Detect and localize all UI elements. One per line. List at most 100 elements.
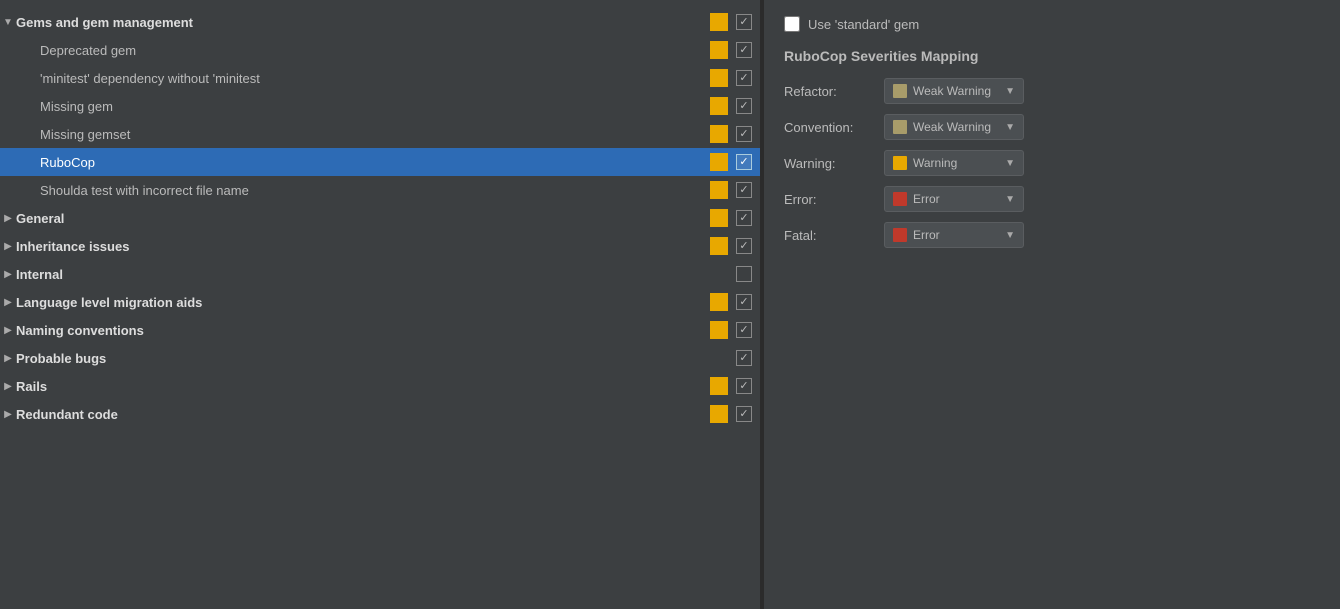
tree-item-redundant-code[interactable]: ▶Redundant code (0, 400, 760, 428)
tree-item-checkbox[interactable] (736, 378, 752, 394)
tree-arrow: ▶ (0, 325, 16, 336)
tree-item-label: Shoulda test with incorrect file name (40, 183, 710, 198)
tree-arrow: ▶ (0, 409, 16, 420)
severities-section-title: RuboCop Severities Mapping (784, 48, 1320, 64)
color-swatch (710, 69, 728, 87)
severity-row-fatal: Fatal: Error ▼ (784, 222, 1320, 248)
tree-item-gems-root[interactable]: ▼Gems and gem management (0, 8, 760, 36)
tree-arrow: ▼ (0, 17, 16, 28)
tree-item-checkbox[interactable] (736, 350, 752, 366)
tree-item-label: RuboCop (40, 155, 710, 170)
severity-dropdown-label-refactor: Weak Warning (913, 84, 999, 98)
color-swatch (710, 181, 728, 199)
color-swatch (710, 405, 728, 423)
tree-arrow: ▶ (0, 241, 16, 252)
severity-dropdown-arrow-refactor: ▼ (1005, 86, 1015, 97)
severity-dropdown-arrow-error: ▼ (1005, 194, 1015, 205)
tree-arrow: ▶ (0, 297, 16, 308)
tree-item-missing-gemset[interactable]: Missing gemset (0, 120, 760, 148)
color-swatch (710, 209, 728, 227)
severity-row-convention: Convention:Weak Warning▼ (784, 114, 1320, 140)
severity-dot-warning (893, 156, 907, 170)
tree-item-label: 'minitest' dependency without 'minitest (40, 71, 710, 86)
tree-item-label: Missing gem (40, 99, 710, 114)
tree-item-label: Naming conventions (16, 323, 710, 338)
severity-dropdown-fatal[interactable]: Error ▼ (884, 222, 1024, 248)
severity-dot-fatal (893, 228, 907, 242)
tree-item-label: Gems and gem management (16, 15, 710, 30)
severity-dropdown-error[interactable]: Error ▼ (884, 186, 1024, 212)
tree-item-checkbox[interactable] (736, 322, 752, 338)
tree-item-checkbox[interactable] (736, 126, 752, 142)
color-swatch (710, 13, 728, 31)
use-standard-gem-checkbox[interactable] (784, 16, 800, 32)
tree-item-label: General (16, 211, 710, 226)
tree-item-rubocop[interactable]: RuboCop (0, 148, 760, 176)
severity-dropdown-convention[interactable]: Weak Warning▼ (884, 114, 1024, 140)
tree-arrow: ▶ (0, 269, 16, 280)
tree-item-checkbox[interactable] (736, 98, 752, 114)
severity-dot-error (893, 192, 907, 206)
severity-dropdown-refactor[interactable]: Weak Warning ▼ (884, 78, 1024, 104)
severity-row-error: Error: Error ▼ (784, 186, 1320, 212)
color-swatch (710, 377, 728, 395)
tree-item-checkbox[interactable] (736, 294, 752, 310)
tree-item-checkbox[interactable] (736, 70, 752, 86)
tree-item-naming-conventions[interactable]: ▶Naming conventions (0, 316, 760, 344)
severity-dropdown-label-fatal: Error (913, 228, 999, 242)
tree-item-checkbox[interactable] (736, 406, 752, 422)
severity-dot-refactor (893, 84, 907, 98)
tree-item-general[interactable]: ▶General (0, 204, 760, 232)
severity-label-fatal: Fatal: (784, 228, 884, 243)
use-standard-gem-row: Use 'standard' gem (784, 16, 1320, 32)
color-swatch-empty (710, 265, 728, 283)
color-swatch (710, 321, 728, 339)
tree-item-label: Rails (16, 379, 710, 394)
tree-item-checkbox[interactable] (736, 14, 752, 30)
tree-arrow: ▶ (0, 381, 16, 392)
tree-item-language-migration[interactable]: ▶Language level migration aids (0, 288, 760, 316)
tree-panel[interactable]: ▼Gems and gem management Deprecated gem 'm… (0, 0, 760, 609)
tree-item-checkbox[interactable] (736, 238, 752, 254)
color-swatch (710, 125, 728, 143)
use-standard-gem-label[interactable]: Use 'standard' gem (808, 17, 919, 32)
color-swatch-empty (710, 349, 728, 367)
color-swatch (710, 293, 728, 311)
tree-item-rails[interactable]: ▶Rails (0, 372, 760, 400)
severity-dropdown-label-convention: Weak Warning (913, 120, 999, 134)
tree-item-inheritance-issues[interactable]: ▶Inheritance issues (0, 232, 760, 260)
color-swatch (710, 97, 728, 115)
tree-item-minitest-dep[interactable]: 'minitest' dependency without 'minitest (0, 64, 760, 92)
tree-item-label: Deprecated gem (40, 43, 710, 58)
color-swatch (710, 237, 728, 255)
tree-item-label: Redundant code (16, 407, 710, 422)
right-panel: Use 'standard' gem RuboCop Severities Ma… (764, 0, 1340, 609)
severity-dropdown-arrow-warning: ▼ (1005, 158, 1015, 169)
tree-item-checkbox[interactable] (736, 266, 752, 282)
tree-item-probable-bugs[interactable]: ▶Probable bugs (0, 344, 760, 372)
tree-item-checkbox[interactable] (736, 154, 752, 170)
tree-item-checkbox[interactable] (736, 42, 752, 58)
severity-row-warning: Warning: Warning ▼ (784, 150, 1320, 176)
tree-item-missing-gem[interactable]: Missing gem (0, 92, 760, 120)
severity-label-warning: Warning: (784, 156, 884, 171)
tree-item-checkbox[interactable] (736, 182, 752, 198)
severity-dropdown-arrow-fatal: ▼ (1005, 230, 1015, 241)
severities-list: Refactor:Weak Warning▼Convention:Weak Wa… (784, 78, 1320, 258)
severity-label-convention: Convention: (784, 120, 884, 135)
tree-item-label: Missing gemset (40, 127, 710, 142)
severity-row-refactor: Refactor:Weak Warning▼ (784, 78, 1320, 104)
tree-item-deprecated-gem[interactable]: Deprecated gem (0, 36, 760, 64)
tree-item-shoulda-test[interactable]: Shoulda test with incorrect file name (0, 176, 760, 204)
tree-item-label: Language level migration aids (16, 295, 710, 310)
severity-dropdown-warning[interactable]: Warning ▼ (884, 150, 1024, 176)
tree-item-checkbox[interactable] (736, 210, 752, 226)
severity-dropdown-label-warning: Warning (913, 156, 999, 170)
severity-label-error: Error: (784, 192, 884, 207)
tree-arrow: ▶ (0, 213, 16, 224)
tree-item-internal[interactable]: ▶Internal (0, 260, 760, 288)
tree-item-label: Internal (16, 267, 710, 282)
severity-dot-convention (893, 120, 907, 134)
severity-dropdown-label-error: Error (913, 192, 999, 206)
color-swatch (710, 41, 728, 59)
